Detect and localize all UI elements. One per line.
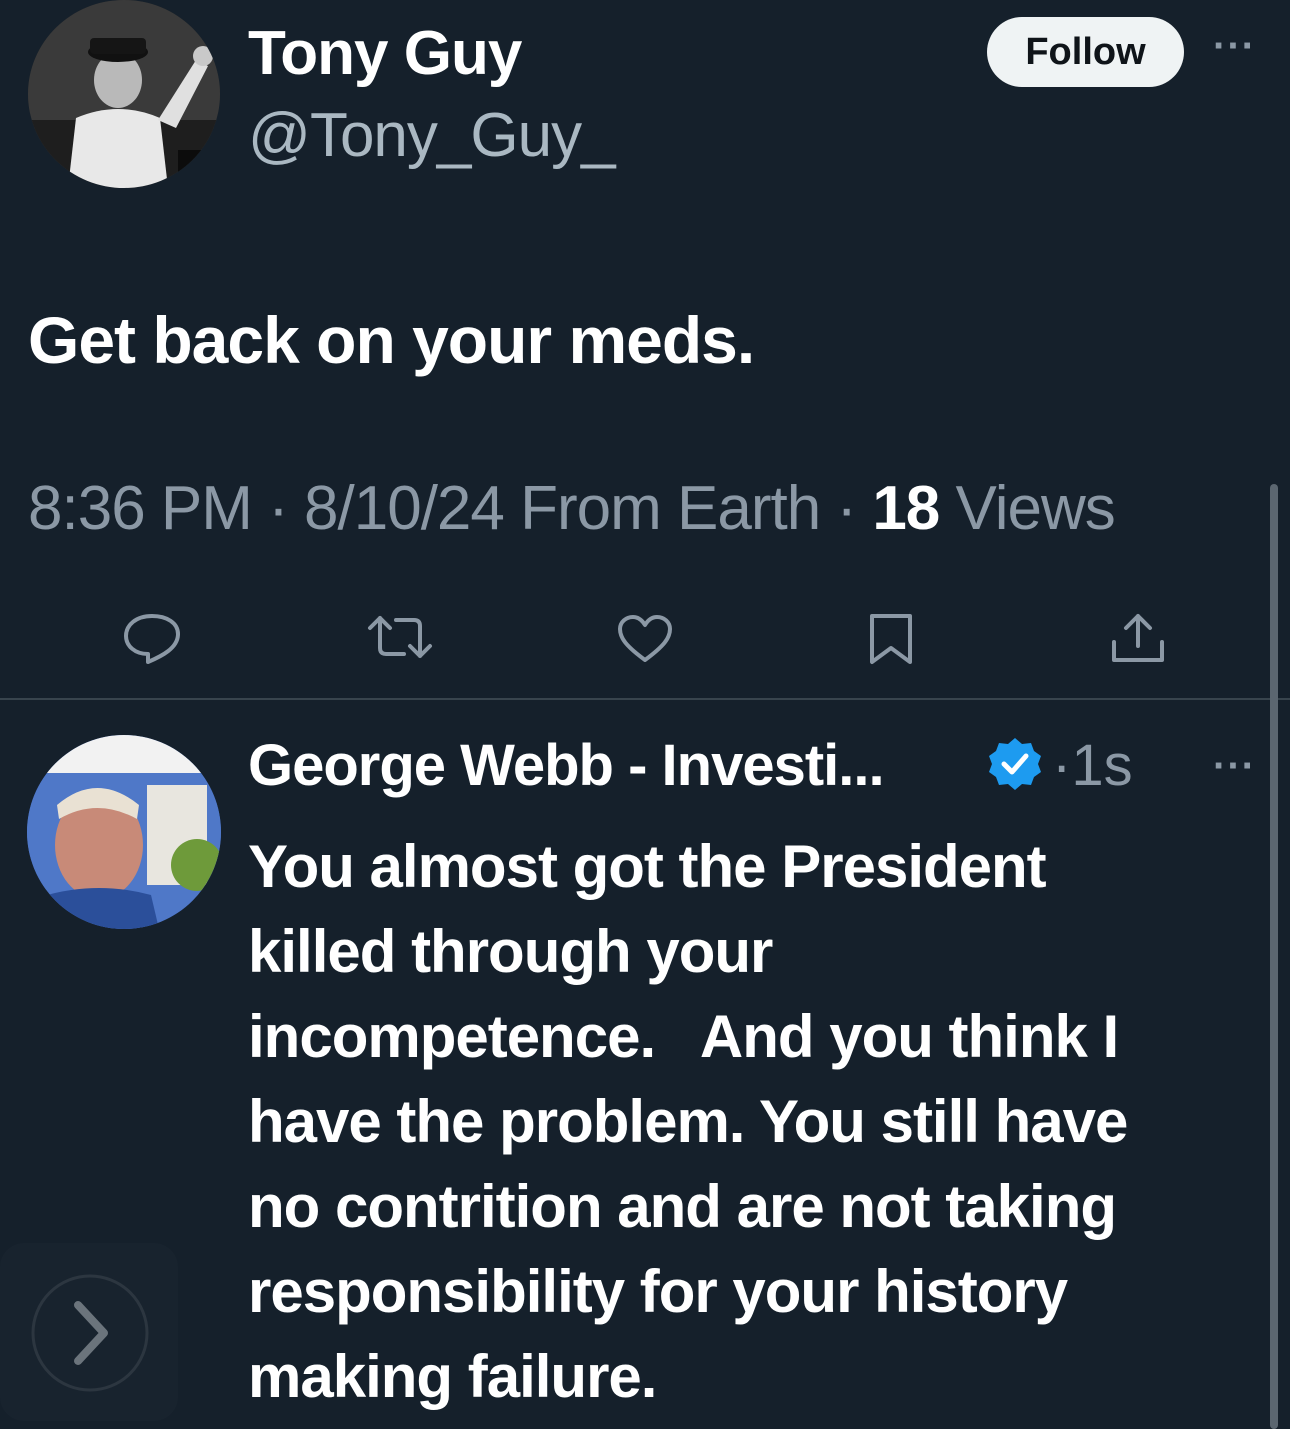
reply-text: You almost got the President killed thro…	[248, 824, 1248, 1419]
reply-text-line: incompetence. And you think I	[248, 1003, 1119, 1070]
reply-author-name-text[interactable]: George Webb - Investi...	[248, 733, 885, 798]
author-name[interactable]: Tony Guy	[248, 18, 522, 89]
follow-button[interactable]: Follow	[987, 17, 1184, 87]
like-icon[interactable]	[616, 614, 674, 664]
reply-text-line: killed through your	[248, 918, 773, 985]
bookmark-icon[interactable]	[868, 612, 914, 666]
reply-text-line: responsibility for your history	[248, 1258, 1068, 1325]
retweet-icon[interactable]	[366, 614, 434, 660]
reply-author-avatar[interactable]	[27, 735, 221, 929]
views-label: Views	[955, 474, 1116, 543]
separator: ·	[268, 474, 289, 543]
separator: ·	[836, 474, 857, 543]
tweet-date[interactable]: 8/10/24	[304, 474, 505, 543]
share-icon[interactable]	[1110, 612, 1166, 664]
views-count: 18	[872, 474, 940, 543]
scrollbar[interactable]	[1270, 484, 1278, 1429]
reply-time-text[interactable]: 1s	[1071, 733, 1132, 798]
chevron-right-icon	[31, 1274, 149, 1392]
next-button[interactable]	[0, 1243, 178, 1421]
tweet-text: Get back on your meds.	[28, 303, 755, 377]
tweet-source: From Earth	[520, 474, 821, 543]
tweet-meta: 8:36 PM · 8/10/24 From Earth · 18 Views	[28, 473, 1116, 544]
reply-text-line: have the problem. You still have	[248, 1088, 1128, 1155]
reply-more-options-icon[interactable]: ···	[1213, 744, 1256, 789]
reply-text-line: You almost got the President	[248, 833, 1047, 900]
reply-text-line: no contrition and are not taking	[248, 1173, 1117, 1240]
reply-author-name[interactable]: George Webb - Investi...	[248, 732, 885, 799]
divider	[0, 698, 1290, 700]
author-avatar[interactable]	[28, 0, 220, 188]
reply-timestamp[interactable]: ·1s	[1052, 732, 1133, 799]
separator: ·	[1052, 733, 1072, 798]
tweet-time[interactable]: 8:36 PM	[28, 474, 253, 543]
more-options-icon[interactable]: ···	[1213, 24, 1256, 69]
reply-icon[interactable]	[122, 612, 182, 664]
author-handle[interactable]: @Tony_Guy_	[248, 100, 616, 171]
reply-text-line: making failure.	[248, 1343, 657, 1410]
verified-badge-icon	[989, 738, 1041, 790]
